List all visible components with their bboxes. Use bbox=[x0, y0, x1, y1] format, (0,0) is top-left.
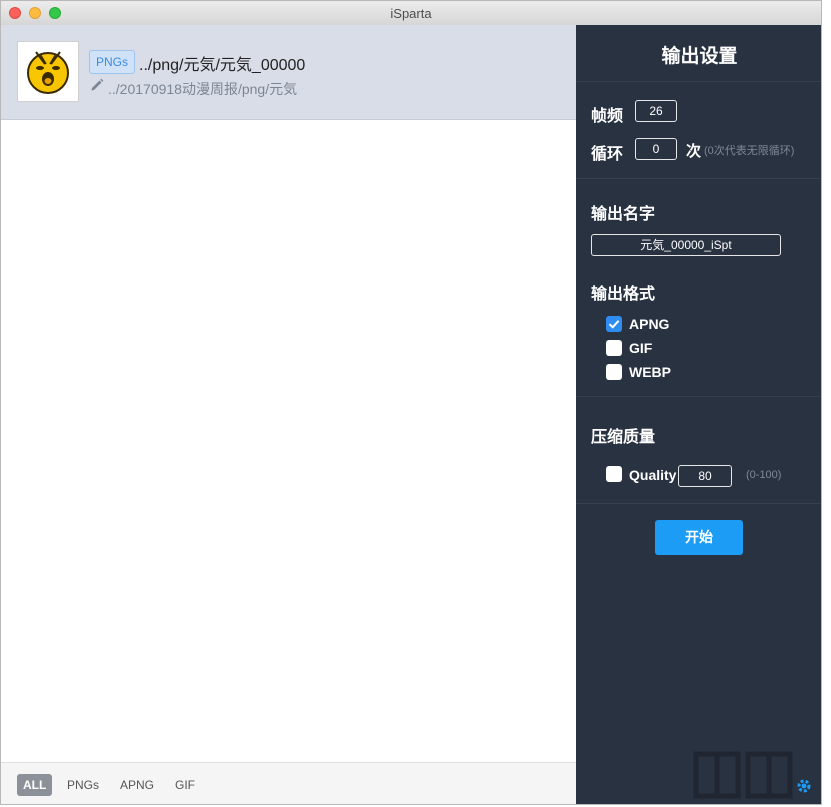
file-list-pane: PNGs ../png/元気/元気_00000 ../20170918动漫周报/… bbox=[1, 25, 576, 804]
file-thumbnail bbox=[17, 41, 79, 102]
divider bbox=[576, 396, 821, 397]
loop-label: 循环 bbox=[591, 146, 624, 163]
file-list-item[interactable]: PNGs ../png/元気/元気_00000 ../20170918动漫周报/… bbox=[1, 25, 576, 120]
start-button[interactable]: 开始 bbox=[655, 520, 743, 555]
frame-rate-label: 帧频 bbox=[591, 108, 624, 125]
output-name-label: 输出名字 bbox=[591, 206, 656, 223]
filter-gif[interactable]: GIF bbox=[169, 774, 201, 796]
emoji-surprised-face-icon bbox=[27, 51, 69, 94]
divider bbox=[576, 503, 821, 504]
pencil-icon[interactable] bbox=[90, 78, 104, 92]
gif-checkbox[interactable] bbox=[606, 340, 622, 356]
file-name: ../png/元気/元気_00000 bbox=[139, 57, 306, 74]
webp-label: WEBP bbox=[629, 364, 671, 380]
divider bbox=[576, 81, 821, 82]
apng-checkbox[interactable] bbox=[606, 316, 622, 332]
quality-range-hint: (0-100) bbox=[746, 469, 782, 481]
loop-unit-label: 次 bbox=[686, 143, 702, 160]
divider bbox=[576, 178, 821, 179]
filter-apng[interactable]: APNG bbox=[114, 774, 160, 796]
compression-label: 压缩质量 bbox=[591, 429, 656, 446]
loop-hint: (0次代表无限循环) bbox=[704, 145, 795, 157]
panel-title: 输出设置 bbox=[661, 46, 738, 67]
filter-bar: ALL PNGs APNG GIF bbox=[1, 762, 576, 804]
output-name-input[interactable]: 元気_00000_iSpt bbox=[591, 234, 781, 256]
window-title: iSparta bbox=[390, 6, 432, 21]
filter-pngs[interactable]: PNGs bbox=[61, 774, 105, 796]
gif-label: GIF bbox=[629, 340, 653, 356]
frame-rate-input[interactable]: 26 bbox=[635, 100, 677, 122]
webp-checkbox[interactable] bbox=[606, 364, 622, 380]
checkmark-icon bbox=[608, 320, 620, 329]
file-path: ../20170918动漫周报/png/元気 bbox=[108, 81, 298, 97]
filter-all[interactable]: ALL bbox=[17, 774, 53, 796]
output-settings-panel: 输出设置 帧频 26 循环 0 次 (0次代表无限循环) 输出名字 元気_000… bbox=[576, 25, 821, 804]
output-format-label: 输出格式 bbox=[591, 286, 656, 303]
app-window: iSparta PNGs ../png/元気/元気_00000 ../20170… bbox=[0, 0, 822, 805]
quality-input[interactable]: 80 bbox=[678, 465, 732, 487]
quality-label: Quality bbox=[629, 467, 677, 483]
loop-count-input[interactable]: 0 bbox=[635, 138, 677, 160]
quality-checkbox[interactable] bbox=[606, 466, 622, 482]
title-bar: iSparta bbox=[1, 1, 821, 26]
apng-label: APNG bbox=[629, 316, 670, 332]
watermark-logo bbox=[693, 751, 793, 799]
file-type-badge: PNGs bbox=[89, 50, 136, 74]
